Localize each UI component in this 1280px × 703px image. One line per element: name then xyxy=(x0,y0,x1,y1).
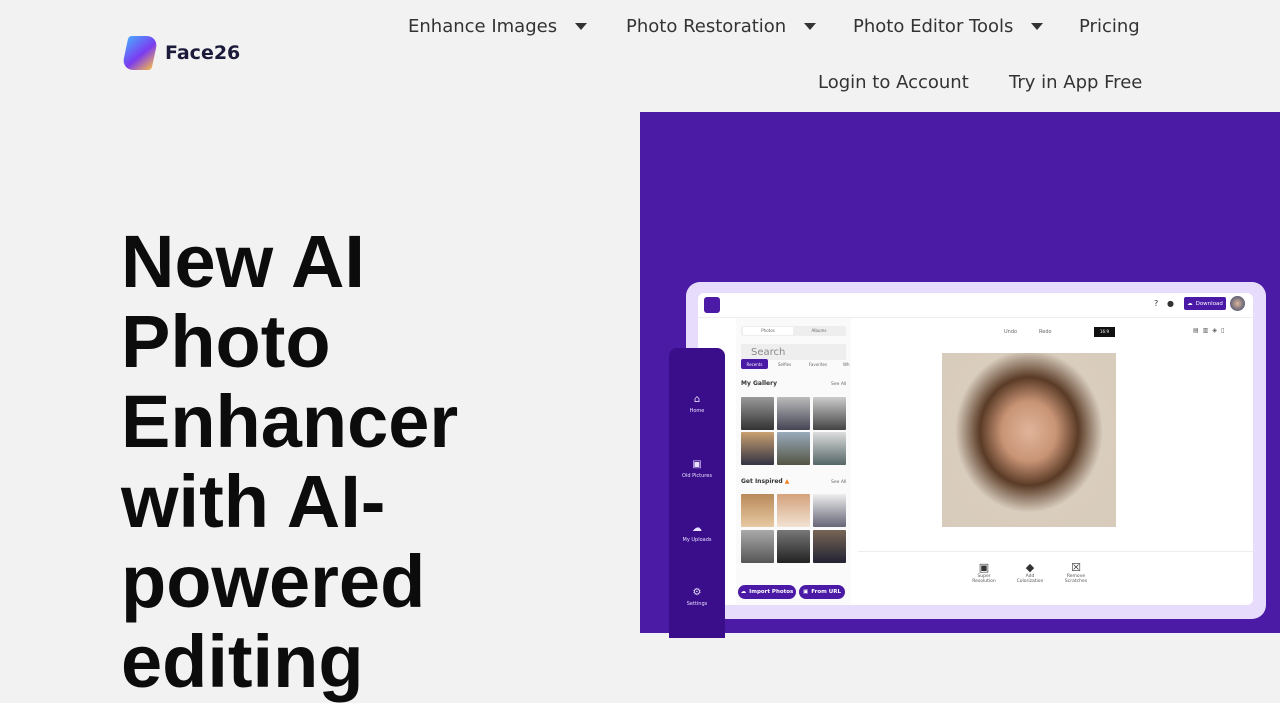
sidebar-label: Old Pictures xyxy=(682,473,712,479)
gallery-thumb[interactable] xyxy=(777,397,810,430)
sidebar-item-old-pictures[interactable]: ▣ Old Pictures xyxy=(669,459,725,479)
download-label: Download xyxy=(1195,300,1223,307)
hero-line: editing xyxy=(121,620,364,703)
redo-button[interactable]: Redo xyxy=(1039,329,1052,335)
gallery-thumb[interactable] xyxy=(741,432,774,465)
tool-label: Resolution xyxy=(972,579,996,584)
upload-icon: ☁ xyxy=(740,589,747,595)
notification-icon[interactable]: ● xyxy=(1167,299,1174,308)
sidebar-item-home[interactable]: ⌂ Home xyxy=(669,394,725,414)
import-photos-button[interactable]: ☁ Import Photos xyxy=(738,585,796,599)
tool-add-colorization[interactable]: ◆ Add Colorization xyxy=(1010,561,1050,584)
paint-bucket-icon: ◆ xyxy=(1025,561,1035,574)
nav-photo-editor-tools[interactable]: Photo Editor Tools xyxy=(853,16,1044,37)
tool-label: Scratches xyxy=(1064,579,1088,584)
sidebar-label: Settings xyxy=(686,601,708,607)
inspired-thumb[interactable] xyxy=(777,494,810,527)
hero-line: powered xyxy=(121,540,426,623)
app-logo-icon xyxy=(704,297,720,313)
inspired-thumb[interactable] xyxy=(777,530,810,563)
image-icon: ▣ xyxy=(803,589,809,595)
from-url-label: From URL xyxy=(811,589,841,595)
face26-logo-icon xyxy=(121,34,159,72)
undo-button[interactable]: Undo xyxy=(1004,329,1017,335)
cloud-icon: ☁ xyxy=(1187,300,1193,307)
gear-icon: ⚙ xyxy=(692,587,702,598)
sidebar-label: My Uploads xyxy=(682,537,712,543)
tab-photos[interactable]: Photos xyxy=(743,327,793,335)
filter-more[interactable]: Wh xyxy=(843,362,850,367)
hero-line: with AI- xyxy=(121,460,386,543)
nav-label: Photo Editor Tools xyxy=(853,16,1014,37)
tool-super-resolution[interactable]: ▣ Super Resolution xyxy=(964,561,1004,584)
filter-recents[interactable]: Recents xyxy=(741,359,768,369)
import-label: Import Photos xyxy=(749,589,794,595)
pictures-icon: ▣ xyxy=(692,459,702,470)
sidebar-label: Home xyxy=(689,408,705,414)
edited-photo xyxy=(942,353,1116,527)
hero-line: Enhancer xyxy=(121,380,459,463)
inspired-label: Get Inspired xyxy=(741,478,783,485)
gallery-thumb[interactable] xyxy=(741,397,774,430)
brand-name: Face26 xyxy=(165,42,241,64)
from-url-button[interactable]: ▣ From URL xyxy=(799,585,845,599)
gallery-thumb[interactable] xyxy=(813,397,846,430)
see-all-link[interactable]: See All xyxy=(831,480,846,485)
nav-enhance-images[interactable]: Enhance Images xyxy=(408,16,588,37)
hero-line: New AI xyxy=(121,220,365,303)
app-mockup: ? ● ☁ Download Photos Albums Search Recen… xyxy=(698,293,1253,605)
nav-label: Photo Restoration xyxy=(626,16,787,37)
nav-photo-restoration[interactable]: Photo Restoration xyxy=(626,16,817,37)
gallery-thumb[interactable] xyxy=(813,432,846,465)
gallery-thumb[interactable] xyxy=(777,432,810,465)
fire-icon: ▲ xyxy=(784,478,790,485)
canvas-tool-icons[interactable]: ▤▥◈▯ xyxy=(1193,327,1228,334)
nav-pricing[interactable]: Pricing xyxy=(1079,16,1140,37)
tool-label: Colorization xyxy=(1016,579,1044,584)
sidebar-item-my-uploads[interactable]: ☁ My Uploads xyxy=(669,523,725,543)
home-icon: ⌂ xyxy=(693,394,701,405)
inspired-thumb[interactable] xyxy=(813,530,846,563)
login-link[interactable]: Login to Account xyxy=(818,72,969,93)
hero-line: Photo xyxy=(121,300,331,383)
sidebar-item-settings[interactable]: ⚙ Settings xyxy=(669,587,725,607)
nav-label: Enhance Images xyxy=(408,16,558,37)
caret-down-icon xyxy=(1031,23,1044,30)
see-all-link[interactable]: See All xyxy=(831,382,846,387)
close-box-icon: ☒ xyxy=(1071,561,1081,574)
tab-albums[interactable]: Albums xyxy=(794,327,844,335)
app-sidebar: ⌂ Home ▣ Old Pictures ☁ My Uploads ⚙ Setting… xyxy=(669,348,725,638)
try-app-link[interactable]: Try in App Free xyxy=(1009,72,1142,93)
avatar[interactable] xyxy=(1230,296,1245,311)
upload-icon: ☁ xyxy=(692,523,702,534)
caret-down-icon xyxy=(575,23,588,30)
hero-title: New AI Photo Enhancer with AI- powered e… xyxy=(121,222,541,702)
download-button[interactable]: ☁ Download xyxy=(1184,297,1226,310)
logo[interactable]: Face26 xyxy=(121,34,240,72)
caret-down-icon xyxy=(804,23,817,30)
search-input[interactable]: Search xyxy=(741,344,846,360)
inspired-thumb[interactable] xyxy=(813,494,846,527)
hd-icon: ▣ xyxy=(978,561,990,574)
aspect-ratio-button[interactable]: 16:9 xyxy=(1094,327,1115,337)
help-icon[interactable]: ? xyxy=(1154,299,1158,308)
inspired-thumb[interactable] xyxy=(741,494,774,527)
inspired-thumb[interactable] xyxy=(741,530,774,563)
tool-remove-scratches[interactable]: ☒ Remove Scratches xyxy=(1056,561,1096,584)
inspired-title: Get Inspired ▲ xyxy=(741,478,789,485)
filter-selfies[interactable]: Selfies xyxy=(778,362,791,367)
filter-favorites[interactable]: Favorites xyxy=(809,362,827,367)
gallery-title: My Gallery xyxy=(741,380,777,387)
